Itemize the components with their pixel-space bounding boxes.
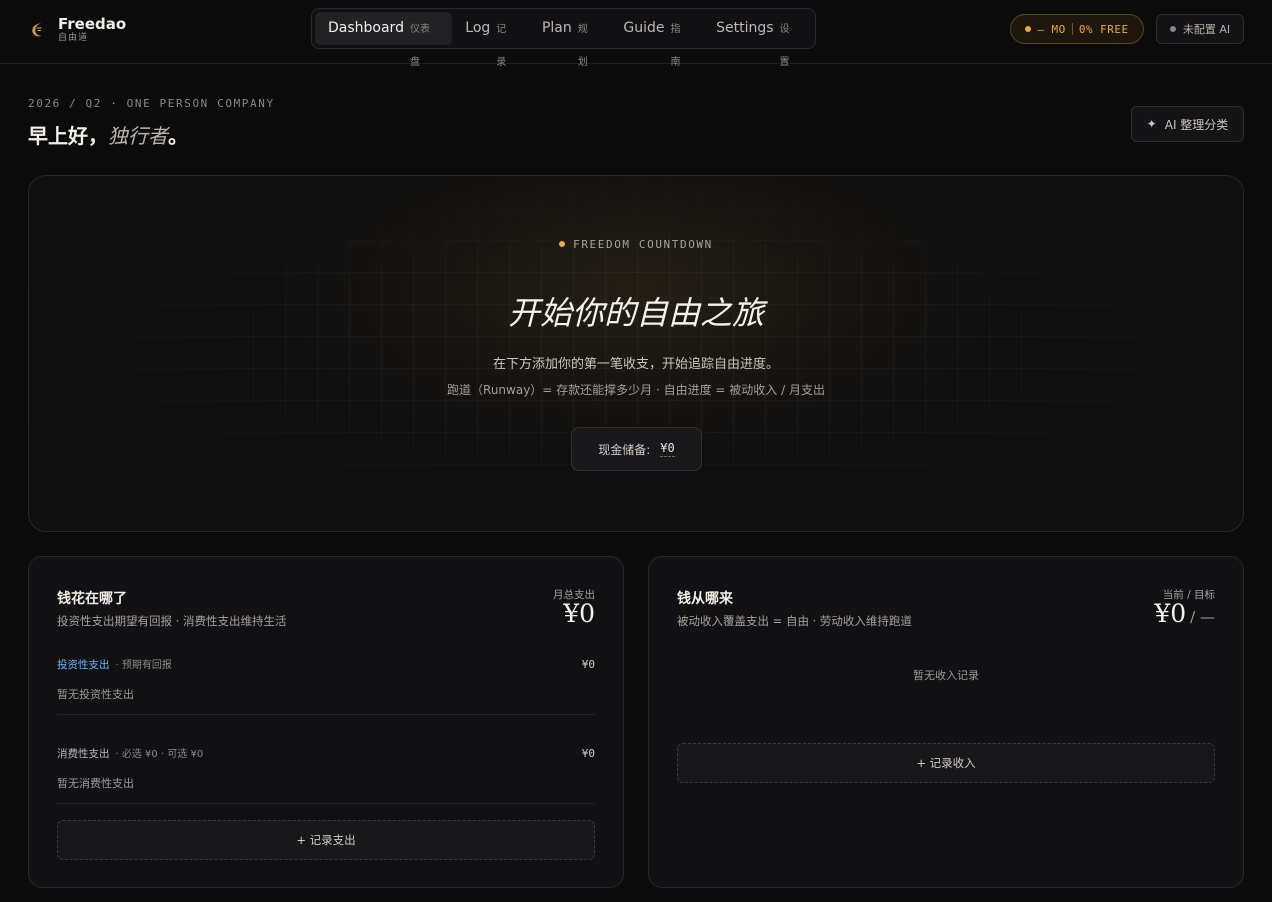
tab-label: Log [465,20,491,36]
status-dot-icon [1025,26,1032,32]
tab-label: Plan [541,20,572,36]
consume-label: 消费性支出 [57,748,110,760]
consume-meta: · 必选 ¥0 · 可选 ¥0 [115,749,204,760]
sparkle-icon: ✦ [1146,117,1157,131]
hero-label-text: FREEDOM COUNTDOWN [573,238,713,251]
income-target: / — [1190,608,1215,626]
freedom-status-badge[interactable]: — MO 0% FREE [1010,14,1144,44]
brand[interactable]: Freedao 自由道 [28,16,126,44]
cash-reserve-field[interactable]: 现金储备: ¥0 [571,427,702,471]
tab-guide[interactable]: Guide 指南 [610,12,703,68]
consume-amount: ¥0 [581,747,595,760]
cash-reserve-label: 现金储备: [598,442,651,457]
crescent-logo-icon [32,23,42,37]
ai-status-dot-icon [1169,26,1176,32]
tab-sublabel: 记录 [496,24,507,68]
greeting-name: 独行者 [108,124,168,148]
income-subtitle: 被动收入覆盖支出 = 自由 · 劳动收入维持跑道 [677,614,912,628]
ai-sort-label: AI 整理分类 [1164,117,1229,132]
invest-row-header[interactable]: 投资性支出 · 预期有回报 ¥0 [57,653,595,672]
income-current: ¥0 [1154,599,1187,628]
add-income-button[interactable]: + 记录收入 [677,743,1215,783]
tab-plan[interactable]: Plan 规划 [529,12,610,68]
monthly-spending-value: ¥0 [563,599,595,628]
hero-title: 开始你的自由之旅 [507,294,764,332]
spending-title: 钱花在哪了 [57,591,127,607]
divider [57,803,595,804]
income-card: 钱从哪来 被动收入覆盖支出 = 自由 · 劳动收入维持跑道 当前 / 目标 ¥0… [648,556,1244,888]
top-bar: Freedao 自由道 Dashboard 仪表盘 Log 记录 Plan 规划… [0,0,1272,68]
tab-sublabel: 指南 [670,24,681,68]
consume-row-header[interactable]: 消费性支出 · 必选 ¥0 · 可选 ¥0 ¥0 [57,742,595,761]
page-title: 早上好，独行者。 [28,120,188,149]
tab-label: Dashboard [328,20,404,36]
income-title: 钱从哪来 [677,591,733,607]
add-expense-button[interactable]: + 记录支出 [57,820,595,860]
invest-meta: · 预期有回报 [115,660,172,671]
greeting-suffix: 。 [168,124,188,148]
tab-sublabel: 仪表盘 [409,24,430,68]
tab-label: Guide [623,20,665,36]
main-nav: Dashboard 仪表盘 Log 记录 Plan 规划 Guide 指南 Se… [311,8,816,68]
freedom-percent: 0% FREE [1078,22,1129,36]
tab-sublabel: 规划 [577,24,588,68]
tab-settings[interactable]: Settings 设置 [703,12,812,68]
invest-empty: 暂无投资性支出 [57,688,134,701]
income-empty: 暂无收入记录 [913,669,979,682]
ai-config-button[interactable]: 未配置 AI [1156,14,1244,44]
hero-description: 在下方添加你的第一笔收支，开始追踪自由进度。 [492,357,779,372]
tab-dashboard[interactable]: Dashboard 仪表盘 [315,12,453,68]
ai-status-label: 未配置 AI [1182,23,1231,36]
tab-label: Settings [716,20,774,36]
cash-reserve-value[interactable]: ¥0 [660,441,675,457]
consume-empty: 暂无消费性支出 [57,777,134,790]
page-eyebrow: 2026 / Q2 · ONE PERSON COMPANY [28,97,275,110]
brand-title: Freedao [58,15,127,33]
income-stat-value: ¥0/ — [1154,599,1215,628]
runway-months: — MO [1037,22,1066,36]
tab-log[interactable]: Log 记录 [452,12,529,68]
hero-label: FREEDOM COUNTDOWN [29,238,1243,251]
spending-card: 钱花在哪了 投资性支出期望有回报 · 消费性支出维持生活 月总支出 ¥0 投资性… [28,556,624,888]
spending-subtitle: 投资性支出期望有回报 · 消费性支出维持生活 [57,614,287,628]
pill-divider [1071,23,1073,35]
tab-sublabel: 设置 [779,24,790,68]
freedom-countdown-card: FREEDOM COUNTDOWN 开始你的自由之旅 在下方添加你的第一笔收支，… [28,175,1244,532]
greeting-prefix: 早上好， [28,124,108,148]
hero-dot-icon [559,241,566,247]
divider [57,714,595,715]
ai-sort-button[interactable]: ✦ AI 整理分类 [1131,106,1244,142]
brand-subtitle: 自由道 [58,33,89,43]
invest-label: 投资性支出 [57,659,110,671]
invest-amount: ¥0 [581,658,595,671]
hero-formula: 跑道（Runway）= 存款还能撑多少月 · 自由进度 = 被动收入 / 月支出 [447,383,825,397]
